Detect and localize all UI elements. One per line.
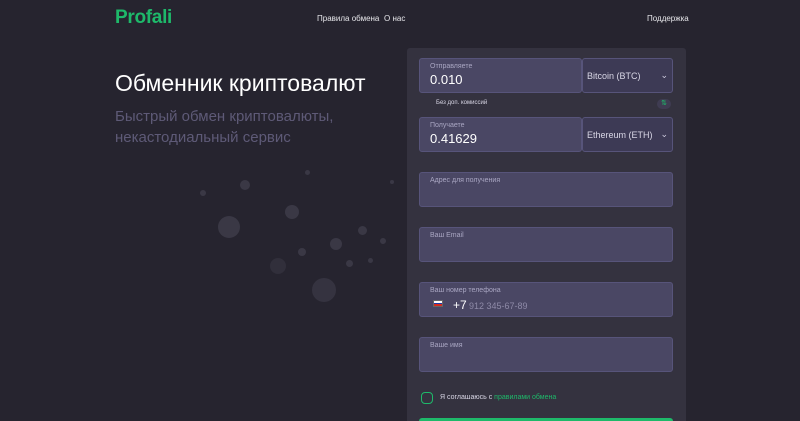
send-amount-field[interactable]: Отправляете 0.010 bbox=[419, 58, 582, 93]
receive-currency-label: Ethereum (ETH) bbox=[587, 130, 653, 140]
swap-arrows-icon[interactable]: ⇅ bbox=[657, 99, 671, 109]
receive-amount-field[interactable]: Получаете 0.41629 bbox=[419, 117, 582, 152]
site-header: Profali Правила обмена О нас Поддержка bbox=[0, 0, 800, 40]
agree-checkbox[interactable] bbox=[421, 392, 433, 404]
name-field[interactable]: Ваше имя bbox=[419, 337, 673, 372]
send-currency-label: Bitcoin (BTC) bbox=[587, 71, 641, 81]
agree-text-prefix: Я соглашаюсь с bbox=[440, 394, 495, 401]
russia-flag-icon[interactable] bbox=[433, 300, 443, 307]
email-label: Ваш Email bbox=[430, 232, 464, 239]
nav-link-rules[interactable]: Правила обмена bbox=[317, 14, 379, 23]
name-label: Ваше имя bbox=[430, 342, 463, 349]
address-field[interactable]: Адрес для получения bbox=[419, 172, 673, 207]
phone-placeholder: 912 345-67-89 bbox=[469, 301, 528, 311]
receive-amount-value[interactable]: 0.41629 bbox=[430, 131, 477, 146]
address-label: Адрес для получения bbox=[430, 177, 501, 184]
nav-link-about[interactable]: О нас bbox=[384, 14, 405, 23]
exchange-rules-link[interactable]: правилами обмена bbox=[494, 394, 556, 401]
nav-link-support[interactable]: Поддержка bbox=[647, 14, 689, 23]
phone-label: Ваш номер телефона bbox=[430, 287, 501, 294]
receive-amount-label: Получаете bbox=[430, 122, 465, 129]
agree-text: Я соглашаюсь с правилами обмена bbox=[440, 394, 556, 401]
phone-field[interactable]: Ваш номер телефона +7 912 345-67-89 bbox=[419, 282, 673, 317]
receive-currency-select[interactable]: Ethereum (ETH) ⌄ bbox=[582, 117, 673, 152]
exchange-form-card: Отправляете 0.010 Bitcoin (BTC) ⌄ Без до… bbox=[407, 48, 686, 421]
decorative-particles bbox=[180, 150, 410, 320]
commission-note: Без доп. комиссий bbox=[436, 100, 488, 106]
hero-subtitle: Быстрый обмен криптовалюты, некастодиаль… bbox=[115, 108, 334, 146]
send-amount-label: Отправляете bbox=[430, 63, 473, 70]
hero-title: Обменник криптовалют bbox=[115, 70, 366, 96]
email-field[interactable]: Ваш Email bbox=[419, 227, 673, 262]
send-currency-select[interactable]: Bitcoin (BTC) ⌄ bbox=[582, 58, 673, 93]
send-amount-value[interactable]: 0.010 bbox=[430, 72, 463, 87]
chevron-down-icon: ⌄ bbox=[660, 129, 668, 139]
chevron-down-icon: ⌄ bbox=[660, 70, 668, 80]
site-logo[interactable]: Profali bbox=[115, 7, 172, 29]
phone-country-code: +7 bbox=[453, 298, 467, 312]
